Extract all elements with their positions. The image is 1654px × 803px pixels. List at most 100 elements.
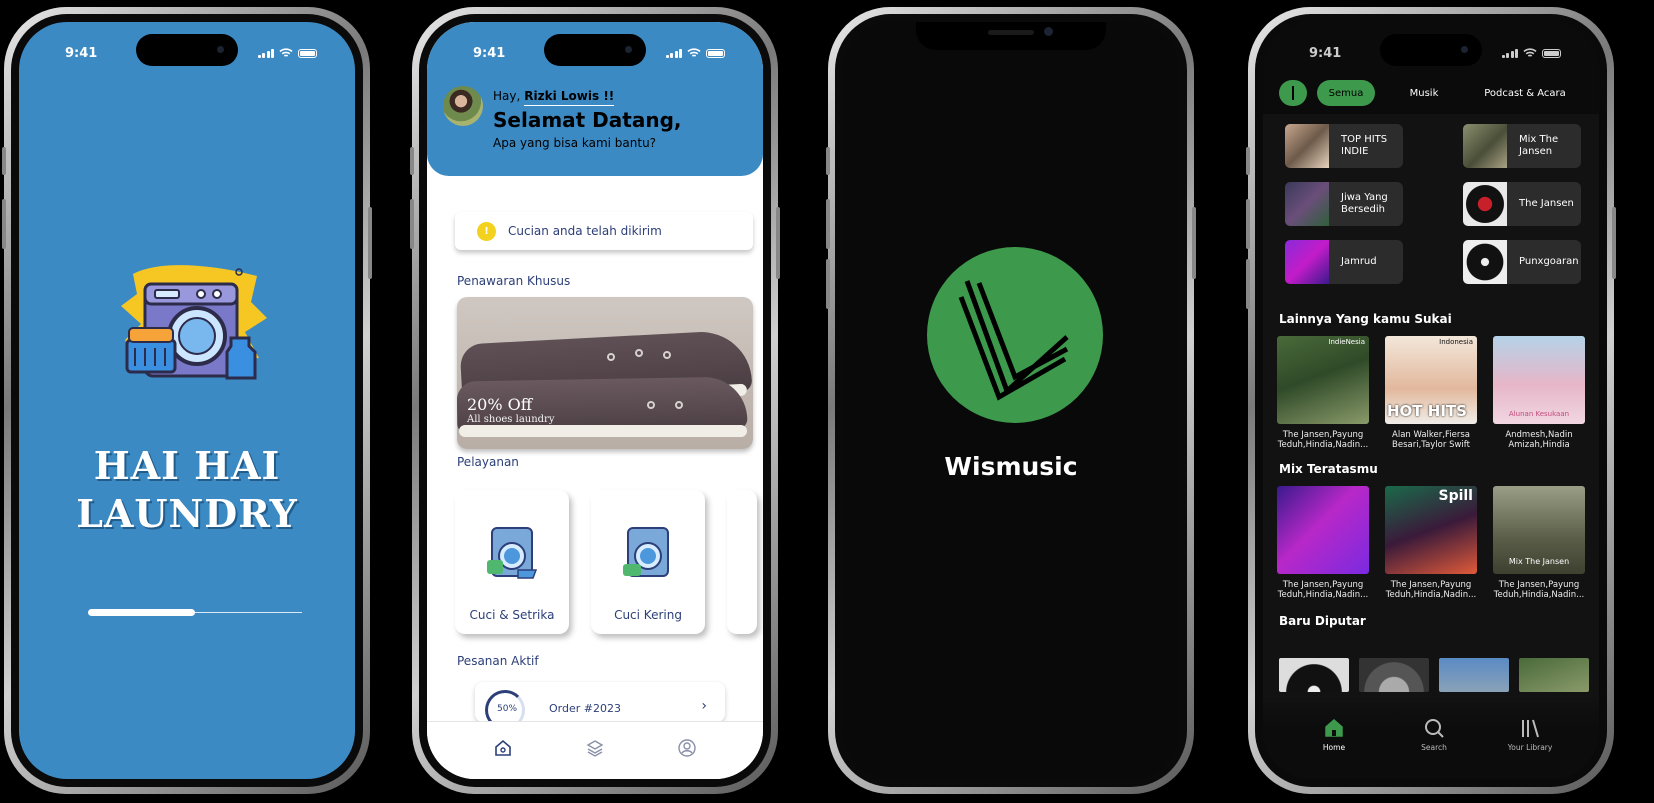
wismusic-logo (927, 247, 1103, 423)
laundry-home-screen: 9:41 Hay, Rizki Lowis !! Selamat Datang, … (427, 22, 763, 779)
quick-pick-tile[interactable]: Jamrud (1285, 240, 1403, 284)
app-title-line2: LAUNDRY (76, 491, 298, 536)
quick-pick-tile[interactable]: Punxgoaran (1463, 240, 1581, 284)
notch (916, 22, 1106, 50)
nav-library[interactable]: Your Library (1495, 717, 1565, 752)
battery-icon (1542, 48, 1561, 58)
battery-icon (298, 48, 317, 58)
shoe-eyelet (635, 349, 643, 357)
tile-label: Punxgoaran (1519, 256, 1579, 267)
quick-pick-tile[interactable]: The Jansen (1463, 182, 1581, 226)
dynamic-island (1380, 34, 1482, 66)
logo-mark-icon (958, 280, 1069, 401)
quick-pick-tile[interactable]: TOP HITS INDIE (1285, 124, 1403, 168)
shoe-eyelet (647, 401, 655, 409)
recent-item-cover[interactable] (1279, 658, 1349, 692)
profile-icon[interactable] (677, 738, 697, 758)
filter-chip-podcast[interactable]: Podcast & Acara (1475, 80, 1575, 106)
cover-big-text: HOT HITS (1387, 402, 1467, 420)
service-card-wash-iron[interactable]: Cuci & Setrika (455, 490, 569, 634)
laundry-splash-screen: 9:41 HAI HAI LAUNDRY (19, 22, 355, 779)
service-label: Cuci & Setrika (469, 608, 555, 622)
user-name[interactable]: Rizki Lowis !! (524, 89, 615, 106)
notification-card[interactable]: ! Cucian anda telah dikirim (455, 212, 753, 250)
promo-banner[interactable] (457, 297, 753, 449)
signal-icon (1501, 48, 1518, 58)
shoe-eyelet (663, 351, 671, 359)
signal-icon (665, 48, 682, 58)
album-caption: The Jansen,Payung Teduh,Hindia,Nadin... (1493, 580, 1585, 600)
avatar[interactable] (443, 86, 483, 126)
home-icon[interactable] (493, 738, 513, 758)
nav-home[interactable]: Home (1299, 717, 1369, 752)
wifi-icon (279, 48, 293, 57)
phone-frame-laundry-splash: 9:41 HAI HAI LAUNDRY (2, 7, 372, 794)
service-card-dry-clean[interactable]: Cuci Kering (591, 490, 705, 634)
tile-label: Jiwa Yang Bersedih (1341, 192, 1388, 215)
quick-pick-tile[interactable]: Mix The Jansen (1463, 124, 1581, 168)
album-cover[interactable]: Mix The Jansen (1493, 486, 1585, 574)
service-label: Cuci Kering (614, 608, 682, 622)
section-title-recent: Baru Diputar (1279, 614, 1366, 628)
album-cover[interactable]: Indonesia HOT HITS (1385, 336, 1477, 424)
promo-subtitle: All shoes laundry (467, 414, 555, 425)
active-order-card[interactable]: 50% Order #2023 › (475, 682, 725, 730)
quick-pick-tile[interactable]: Jiwa Yang Bersedih (1285, 182, 1403, 226)
recent-item-cover[interactable] (1359, 658, 1429, 692)
welcome-subtitle: Apa yang bisa kami bantu? (493, 136, 657, 150)
nav-label: Your Library (1507, 743, 1553, 752)
dynamic-island (136, 34, 238, 66)
filter-chip-all[interactable]: Semua (1317, 80, 1375, 106)
nav-search[interactable]: Search (1399, 717, 1469, 752)
cover-image (1463, 124, 1507, 168)
wifi-icon (1523, 48, 1537, 57)
status-time: 9:41 (473, 46, 506, 61)
phone-frame-laundry-home: 9:41 Hay, Rizki Lowis !! Selamat Datang, … (410, 7, 780, 794)
status-time: 9:41 (1309, 46, 1342, 61)
app-name: Wismusic (944, 452, 1078, 481)
library-icon (1522, 719, 1539, 738)
wismusic-splash-screen: Wismusic (843, 22, 1179, 779)
greeting-text: Hay, (493, 89, 521, 103)
service-card-partial[interactable] (727, 490, 757, 634)
app-title-line1: HAI HAI (93, 443, 281, 488)
chevron-right-icon: › (701, 698, 707, 714)
tile-label: The Jansen (1519, 198, 1574, 209)
logo-mark-icon (1292, 86, 1294, 100)
status-icons (257, 48, 317, 58)
cover-image (1463, 182, 1507, 226)
welcome-title: Selamat Datang, (493, 108, 682, 132)
status-icons (665, 48, 725, 58)
greeting: Hay, Rizki Lowis !! (493, 89, 615, 106)
album-cover[interactable] (1277, 486, 1369, 574)
profile-avatar[interactable] (1279, 80, 1307, 106)
signal-icon (257, 48, 274, 58)
shoe-sole-bottom (459, 425, 747, 437)
notification-text: Cucian anda telah dikirim (508, 224, 662, 238)
washing-machine-icon (623, 527, 669, 577)
bottom-nav: Home Search Your Library (1263, 695, 1599, 779)
shoe-eyelet (675, 401, 683, 409)
search-icon (1425, 719, 1444, 738)
recent-item-cover[interactable] (1519, 658, 1589, 692)
album-caption: Andmesh,Nadin Amizah,Hindia (1505, 430, 1573, 450)
order-label: Order #2023 (549, 702, 621, 715)
cover-image (1285, 124, 1329, 168)
filter-chip-music[interactable]: Musik (1395, 80, 1453, 106)
album-cover[interactable]: Spill (1385, 486, 1477, 574)
active-orders-title: Pesanan Aktif (457, 654, 539, 668)
loading-progress-bar (88, 609, 302, 616)
status-time: 9:41 (65, 46, 98, 61)
album-cover[interactable]: Alunan Kesukaan (1493, 336, 1585, 424)
bottom-tab-bar (427, 721, 763, 779)
tile-label: TOP HITS INDIE (1341, 134, 1388, 157)
recent-item-cover[interactable] (1439, 658, 1509, 692)
nav-label: Home (1322, 743, 1346, 752)
nav-label: Search (1421, 743, 1447, 752)
cover-text: IndieNesia (1328, 338, 1365, 346)
layers-icon[interactable] (585, 738, 605, 758)
promo-title: 20% Off (467, 395, 533, 414)
phone-frame-wismusic-splash: Wismusic (826, 7, 1196, 794)
album-cover[interactable]: IndieNesia (1277, 336, 1369, 424)
status-icons (1501, 48, 1561, 58)
